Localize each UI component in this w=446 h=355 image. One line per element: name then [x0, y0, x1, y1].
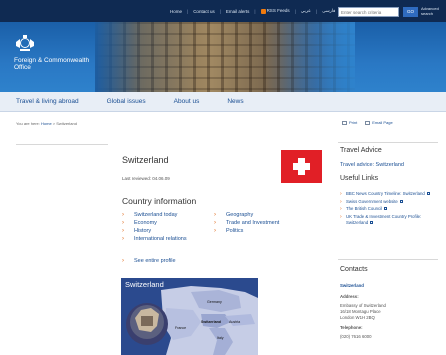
country-information-heading: Country information	[122, 196, 197, 206]
utility-link-rss[interactable]: RSS Feeds	[260, 8, 290, 14]
country-map[interactable]: Switzerland Germany France Switzerland A…	[121, 278, 258, 355]
external-link-icon	[384, 207, 388, 211]
utility-link-email-alerts[interactable]: Email alerts	[226, 9, 250, 14]
utility-link-contact[interactable]: Contact us	[193, 9, 215, 14]
link-international-relations[interactable]: International relations	[122, 235, 187, 243]
contacts-heading: Contacts	[340, 266, 368, 273]
link-history[interactable]: History	[122, 227, 187, 235]
address-line-3: London W1H 2BQ	[340, 315, 375, 320]
breadcrumb-separator: >	[52, 121, 56, 126]
banner-photo	[95, 22, 355, 92]
divider: |	[219, 8, 221, 14]
breadcrumb-home-link[interactable]: Home	[41, 121, 52, 126]
main-nav: Travel & living abroad Global issues Abo…	[0, 92, 446, 112]
breadcrumb-prefix: You are here:	[16, 121, 40, 126]
address-line-1: Embassy of Switzerland	[340, 303, 386, 308]
right-column-divider	[338, 142, 438, 143]
useful-link-item[interactable]: Swiss Government website	[340, 199, 440, 206]
map-label-germany: Germany	[207, 300, 222, 304]
divider: |	[254, 8, 256, 14]
divider: |	[315, 8, 318, 14]
top-bar: Home | Contact us | Email alerts | RSS F…	[0, 0, 446, 22]
map-title: Switzerland	[125, 280, 164, 289]
country-information-list-1: Switzerland today Economy History Intern…	[122, 211, 187, 243]
useful-link-item[interactable]: UK Trade & Investment Country Profile: S…	[340, 214, 440, 227]
breadcrumb-current: Switzerland	[56, 121, 77, 126]
print-label: Print	[349, 120, 358, 125]
external-link-icon	[370, 221, 374, 225]
map-graphic	[126, 286, 258, 355]
advanced-search-link[interactable]: Advanced search	[421, 6, 445, 16]
breadcrumb: You are here: Home > Switzerland	[16, 121, 77, 126]
map-label-italy: Italy	[217, 336, 224, 340]
travel-advice-heading: Travel Advice	[340, 147, 382, 154]
useful-link-label: Swiss Government website	[346, 198, 398, 204]
print-icon	[342, 120, 347, 125]
page-tools: Print Email Page	[342, 120, 393, 125]
utility-link-farsi[interactable]: فارسی	[322, 8, 335, 14]
utility-nav: Home | Contact us | Email alerts | RSS F…	[170, 8, 335, 14]
external-link-icon	[399, 199, 403, 203]
divider: |	[294, 8, 296, 14]
contact-name[interactable]: Switzerland	[340, 283, 364, 288]
useful-links-heading: Useful Links	[340, 175, 379, 182]
link-geography[interactable]: Geography	[214, 211, 279, 219]
search-go-button[interactable]: GO	[403, 7, 418, 17]
nav-travel-living-abroad[interactable]: Travel & living abroad	[0, 98, 93, 105]
rss-icon	[260, 8, 266, 14]
swiss-flag-icon	[281, 150, 322, 183]
useful-link-label: UK Trade & Investment Country Profile: S…	[346, 213, 422, 226]
map-label-austria: Austria	[229, 320, 241, 324]
email-icon	[365, 120, 371, 125]
link-economy[interactable]: Economy	[122, 219, 187, 227]
address-line-2: 16/18 Montagu Place	[340, 309, 381, 314]
useful-link-label: The British Council	[346, 206, 383, 211]
map-label-france: France	[175, 326, 187, 330]
travel-advice-link[interactable]: Travel advice: Switzerland	[340, 162, 404, 168]
useful-link-item[interactable]: BBC News Country Timeline: Switzerland	[340, 191, 440, 198]
country-information-list-2: Geography Trade and Investment Politics	[214, 211, 279, 235]
telephone-number: (020) 7616 6000	[340, 334, 372, 339]
divider: |	[187, 8, 189, 14]
utility-link-home[interactable]: Home	[170, 9, 182, 14]
email-page-link[interactable]: Email Page	[365, 120, 393, 125]
flag-cross-horizontal	[293, 163, 310, 170]
last-reviewed: Last reviewed: 04.06.09	[122, 176, 170, 181]
organisation-name[interactable]: Foreign & Commonwealth Office	[14, 57, 94, 71]
header-banner: Foreign & Commonwealth Office	[0, 22, 446, 92]
useful-link-item[interactable]: The British Council	[340, 206, 440, 213]
external-link-icon	[426, 192, 430, 196]
nav-about-us[interactable]: About us	[160, 98, 214, 105]
nav-news[interactable]: News	[213, 98, 257, 105]
see-entire-profile-link[interactable]: See entire profile	[122, 258, 176, 264]
search-input[interactable]	[338, 7, 399, 17]
link-switzerland-today[interactable]: Switzerland today	[122, 211, 187, 219]
contacts-divider	[338, 259, 438, 260]
link-politics[interactable]: Politics	[214, 227, 279, 235]
page-title: Switzerland	[122, 155, 169, 165]
useful-links-list: BBC News Country Timeline: Switzerland S…	[340, 191, 440, 228]
utility-link-arabic[interactable]: عربي	[301, 8, 311, 14]
left-column-divider	[16, 144, 108, 145]
address-label: Address:	[340, 294, 359, 299]
print-link[interactable]: Print	[342, 120, 357, 125]
email-page-label: Email Page	[372, 120, 393, 125]
link-trade-and-investment[interactable]: Trade and Investment	[214, 219, 279, 227]
telephone-label: Telephone:	[340, 325, 363, 330]
nav-global-issues[interactable]: Global issues	[93, 98, 160, 105]
rss-label: RSS Feeds	[266, 8, 290, 14]
useful-link-label: BBC News Country Timeline: Switzerland	[346, 191, 425, 196]
royal-crest-icon[interactable]	[14, 34, 36, 52]
map-label-switzerland: Switzerland	[201, 320, 221, 324]
